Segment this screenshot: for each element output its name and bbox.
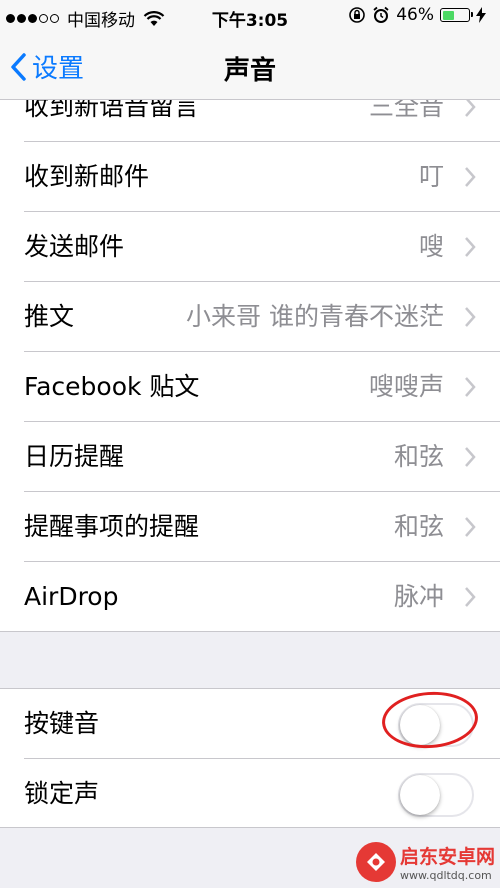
row-label: 日历提醒: [24, 442, 125, 471]
sounds-list: 收到新语音留言 三全音 收到新邮件 叮 发送邮件 嗖 推文 小来哥 谁的青春不迷…: [0, 100, 500, 632]
watermark-url: www.qdltdq.com: [400, 869, 492, 882]
sound-row-voicemail[interactable]: 收到新语音留言 三全音: [0, 100, 500, 142]
status-bar: 中国移动 下午3:05 46%: [0, 0, 500, 34]
chevron-right-icon: [465, 100, 476, 117]
row-label: 按键音: [24, 709, 100, 738]
watermark-name: 启东安卓网: [400, 846, 496, 868]
sound-row-tweet[interactable]: 推文 小来哥 谁的青春不迷茫: [0, 282, 500, 352]
row-value: 小来哥 谁的青春不迷茫: [186, 302, 444, 331]
battery-fill: [442, 10, 454, 20]
row-value: 脉冲: [393, 582, 444, 611]
battery-icon: [440, 8, 473, 22]
sound-row-calendar-alerts[interactable]: 日历提醒 和弦: [0, 422, 500, 492]
row-label: AirDrop: [24, 582, 119, 611]
row-label: 收到新语音留言: [24, 100, 200, 121]
watermark: 启东安卓网 www.qdltdq.com: [356, 836, 500, 888]
chevron-right-icon: [465, 237, 476, 257]
row-value: 叮: [418, 162, 444, 191]
row-value: 嗖: [418, 232, 444, 261]
chevron-right-icon: [465, 167, 476, 187]
sound-row-sent-mail[interactable]: 发送邮件 嗖: [0, 212, 500, 282]
watermark-logo-icon: [356, 842, 396, 882]
row-label: 锁定声: [24, 779, 100, 808]
status-right: 46%: [348, 5, 492, 25]
sound-row-facebook-post[interactable]: Facebook 贴文 嗖嗖声: [0, 352, 500, 422]
alarm-icon: [373, 6, 389, 23]
battery-percent: 46%: [396, 5, 434, 25]
lock-sound-switch[interactable]: [398, 773, 474, 817]
page-title: 声音: [223, 56, 276, 86]
row-label: 发送邮件: [24, 232, 125, 261]
row-label: Facebook 贴文: [24, 372, 200, 401]
navigation-bar: 设置 声音: [0, 34, 500, 100]
chevron-right-icon: [465, 307, 476, 327]
chevron-right-icon: [465, 587, 476, 607]
chevron-right-icon: [465, 377, 476, 397]
chevron-right-icon: [465, 517, 476, 537]
row-value: 和弦: [393, 512, 444, 541]
switch-knob: [400, 775, 440, 815]
row-value: 和弦: [393, 442, 444, 471]
sound-row-new-mail[interactable]: 收到新邮件 叮: [0, 142, 500, 212]
row-label: 收到新邮件: [24, 162, 150, 191]
row-value: 嗖嗖声: [368, 372, 444, 401]
sound-row-airdrop[interactable]: AirDrop 脉冲: [0, 562, 500, 631]
sound-row-reminder-alerts[interactable]: 提醒事项的提醒 和弦: [0, 492, 500, 562]
rotation-lock-icon: [349, 7, 366, 23]
row-value: 三全音: [368, 100, 444, 121]
chevron-right-icon: [465, 447, 476, 467]
row-label: 提醒事项的提醒: [24, 512, 200, 541]
toggle-row-lock-sound: 锁定声: [0, 759, 500, 829]
row-label: 推文: [24, 302, 75, 331]
charging-bolt-icon: [476, 7, 486, 23]
